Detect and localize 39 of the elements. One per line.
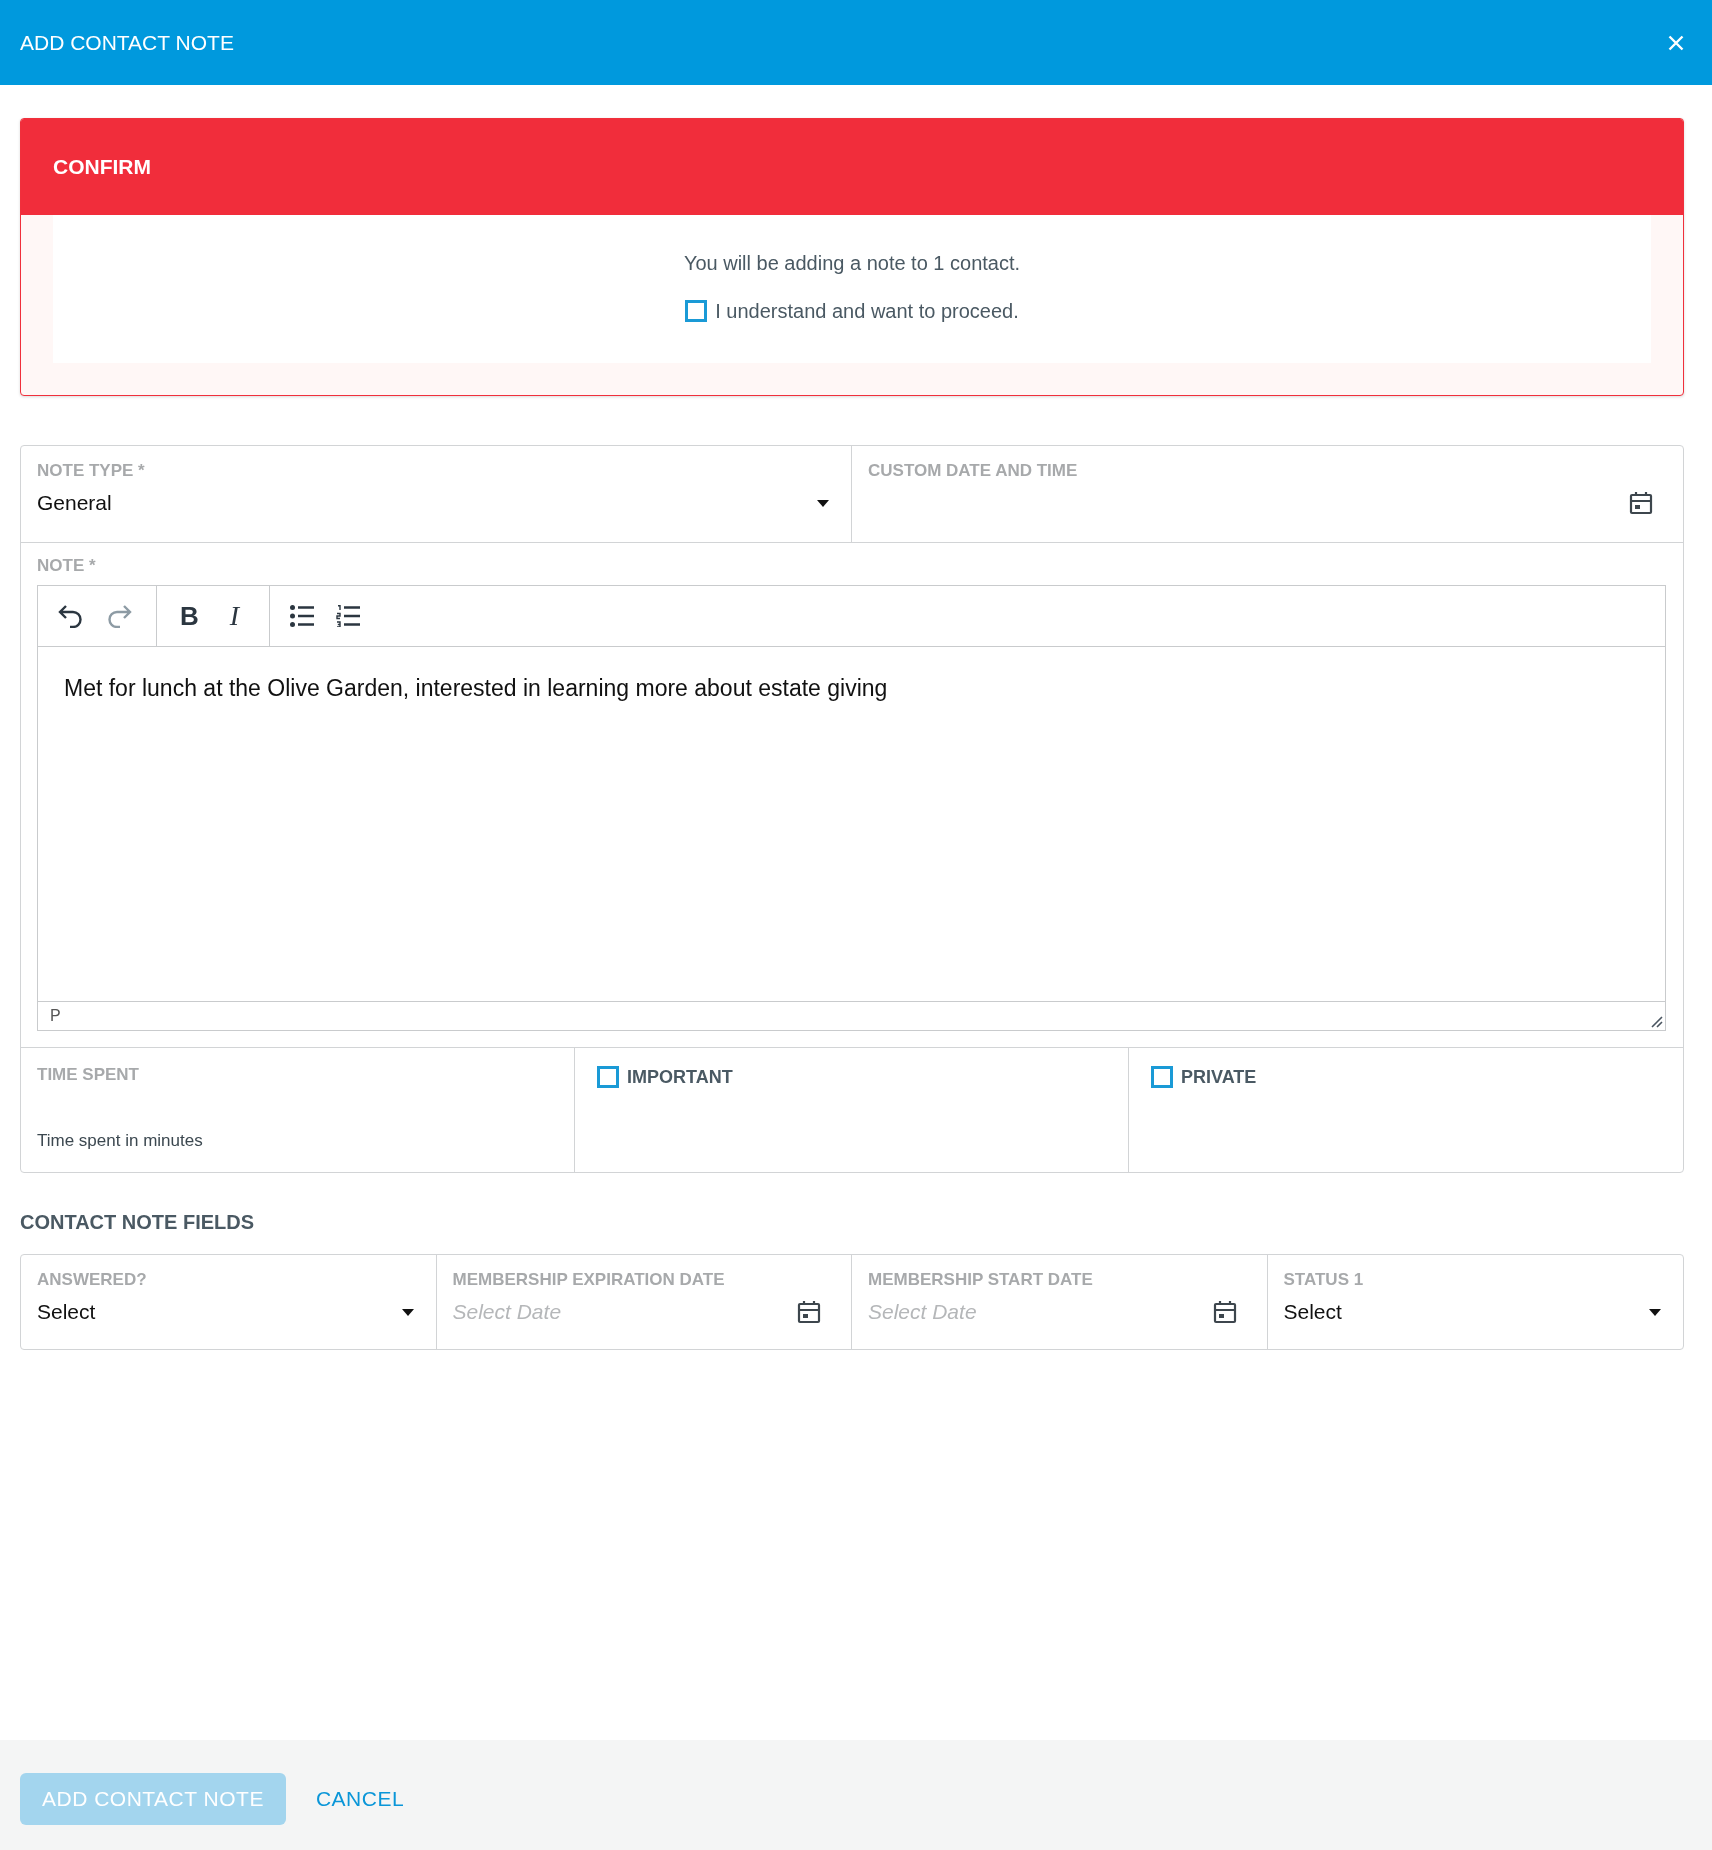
field-label: ANSWERED? xyxy=(37,1269,147,1291)
checkbox[interactable] xyxy=(597,1066,619,1088)
field-label: CUSTOM DATE AND TIME xyxy=(868,460,1078,482)
calendar-icon[interactable] xyxy=(1212,1300,1237,1324)
dialog-title: ADD CONTACT NOTE xyxy=(20,30,234,55)
checkbox-label: I understand and want to proceed. xyxy=(715,299,1019,323)
dropdown[interactable]: Select xyxy=(37,1297,414,1327)
checkbox[interactable] xyxy=(1151,1066,1173,1088)
close-icon[interactable] xyxy=(1668,34,1684,51)
field-label: TIME SPENT xyxy=(37,1064,139,1086)
bold-button[interactable]: B xyxy=(177,601,202,631)
resize-handle-icon[interactable] xyxy=(1651,1016,1663,1028)
dropdown[interactable]: Select xyxy=(1283,1297,1661,1327)
confirm-message: You will be adding a note to 1 contact. xyxy=(683,251,1021,275)
checkbox-label: IMPORTANT xyxy=(627,1066,733,1088)
field-label: STATUS 1 xyxy=(1283,1269,1364,1291)
dropdown[interactable]: General xyxy=(37,488,829,518)
italic-button[interactable]: I xyxy=(223,601,246,631)
checkbox[interactable] xyxy=(685,300,708,322)
bullet-list-icon[interactable] xyxy=(290,605,315,627)
field-label: MEMBERSHIP EXPIRATION DATE xyxy=(452,1269,725,1291)
section-heading: CONTACT NOTE FIELDS xyxy=(20,1210,256,1235)
field-label: NOTE * xyxy=(37,555,96,577)
checkbox-label: PRIVATE xyxy=(1181,1066,1257,1088)
calendar-icon[interactable] xyxy=(797,1300,821,1324)
confirm-title: CONFIRM xyxy=(53,155,151,179)
note-text-area[interactable]: Met for lunch at the Olive Garden, interested in learning more about estate giving xyxy=(38,647,1665,1002)
numbered-list-icon[interactable] xyxy=(336,605,361,627)
undo-icon[interactable] xyxy=(58,604,84,628)
element-path: P xyxy=(50,1007,61,1025)
date-input[interactable]: Select Date xyxy=(868,1298,1203,1326)
help-text: Time spent in minutes xyxy=(37,1130,203,1152)
field-label: NOTE TYPE * xyxy=(37,460,145,482)
calendar-icon[interactable] xyxy=(1629,491,1653,515)
date-input[interactable]: Select Date xyxy=(452,1298,787,1326)
caret-icon xyxy=(1649,1308,1661,1316)
field-label: MEMBERSHIP START DATE xyxy=(868,1269,1093,1291)
caret-icon xyxy=(401,1308,414,1316)
caret-icon xyxy=(817,499,829,507)
